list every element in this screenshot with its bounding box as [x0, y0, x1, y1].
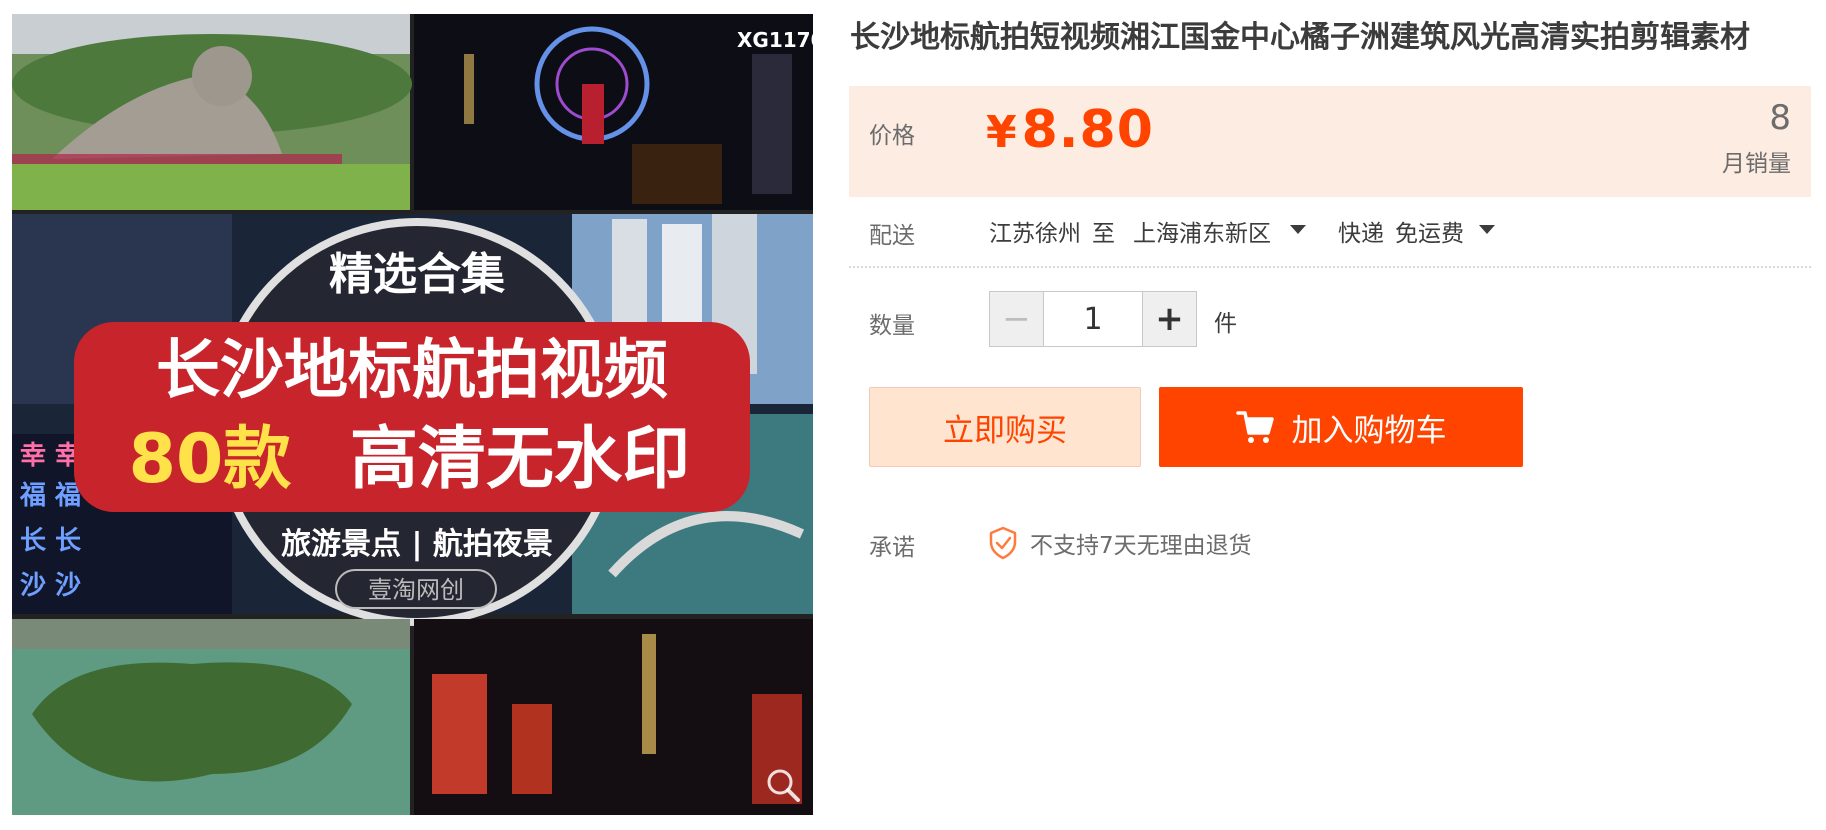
magnifier-icon[interactable]	[763, 765, 803, 805]
quantity-label: 数量	[869, 313, 915, 339]
add-to-cart-button[interactable]: 加入购物车	[1159, 387, 1523, 467]
delivery-to-word: 至	[1092, 221, 1115, 247]
image-subtitle: 旅游景点 | 航拍夜景	[281, 527, 553, 562]
svg-text:长 长: 长 长	[20, 526, 82, 556]
product-collage: XG1170 幸 幸 福 福 长 长 沙 沙 精选合集 长沙地标航拍视频 80款…	[12, 14, 813, 815]
svg-text:沙 沙: 沙 沙	[20, 571, 81, 601]
quantity-stepper: − +	[989, 291, 1197, 347]
product-code-label: XG1170	[737, 28, 813, 52]
buy-now-label: 立即购买	[943, 412, 1067, 449]
price-panel: 价格 ¥8.80 8 月销量	[849, 86, 1811, 197]
monthly-sales-label: 月销量	[1722, 151, 1791, 177]
svg-text:幸 幸: 幸 幸	[20, 441, 81, 471]
monthly-sales-count: 8	[1769, 98, 1791, 138]
price-label: 价格	[869, 123, 915, 149]
delivery-origin: 江苏徐州	[989, 221, 1081, 247]
delivery-method-select[interactable]: 快递	[1338, 214, 1384, 248]
plus-icon[interactable]: +	[1142, 292, 1196, 346]
svg-text:福 福: 福 福	[19, 481, 81, 511]
minus-icon[interactable]: −	[990, 292, 1044, 346]
image-headline-line2: 高清无水印	[350, 420, 690, 499]
price-amount: 8.80	[1021, 100, 1154, 160]
buy-now-button[interactable]: 立即购买	[869, 387, 1141, 467]
quantity-input[interactable]	[1045, 292, 1141, 346]
shipping-chevron-down-icon[interactable]	[1479, 225, 1495, 234]
divider	[849, 266, 1811, 268]
destination-chevron-down-icon[interactable]	[1290, 225, 1306, 234]
shield-check-icon	[989, 526, 1017, 560]
shipping-fee[interactable]: 免运费	[1395, 214, 1464, 248]
shopping-cart-icon	[1235, 411, 1274, 443]
image-brand: 壹淘网创	[368, 576, 464, 604]
image-badge-top: 精选合集	[329, 249, 505, 300]
product-title: 长沙地标航拍短视频湘江国金中心橘子洲建筑风光高清实拍剪辑素材	[850, 20, 1750, 55]
promise-label: 承诺	[869, 535, 915, 561]
product-main-image[interactable]: XG1170 幸 幸 福 福 长 长 沙 沙 精选合集 长沙地标航拍视频 80款…	[12, 14, 813, 815]
delivery-label: 配送	[869, 223, 915, 249]
promise-text: 不支持7天无理由退货	[1030, 533, 1252, 559]
image-headline-count: 80款	[129, 420, 292, 499]
quantity-unit: 件	[1214, 311, 1237, 337]
price-value: ¥8.80	[986, 100, 1154, 160]
currency-symbol: ¥	[986, 107, 1018, 158]
delivery-destination-select[interactable]: 上海浦东新区	[1133, 214, 1271, 248]
add-to-cart-label: 加入购物车	[1291, 412, 1447, 449]
image-headline-line1: 长沙地标航拍视频	[156, 334, 668, 408]
